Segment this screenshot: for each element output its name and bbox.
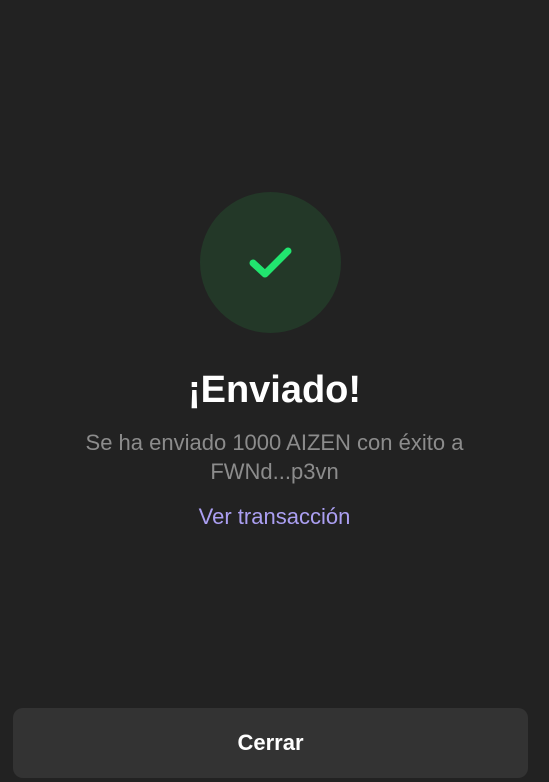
view-transaction-link[interactable]: Ver transacción <box>0 502 549 532</box>
success-message-line-1: Se ha enviado 1000 AIZEN con éxito a <box>85 430 464 455</box>
success-message: Se ha enviado 1000 AIZEN con éxito a FWN… <box>40 428 509 486</box>
checkmark-icon <box>249 247 292 278</box>
close-button[interactable]: Cerrar <box>13 708 528 778</box>
page-title: ¡Enviado! <box>187 369 362 411</box>
send-success-screen: ¡Enviado! Se ha enviado 1000 AIZEN con é… <box>0 0 549 782</box>
success-indicator <box>200 192 341 333</box>
recipient-address: FWNd...p3vn <box>210 459 339 484</box>
